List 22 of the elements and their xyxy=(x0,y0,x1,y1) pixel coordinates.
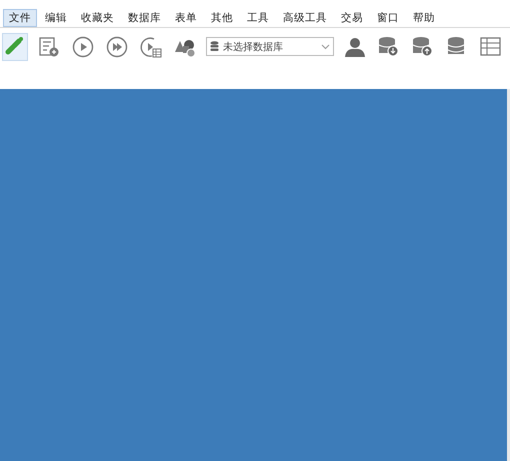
menu-item[interactable]: 收藏夹 xyxy=(75,9,120,27)
menu-item[interactable]: 编辑 xyxy=(39,9,73,27)
database-dropdown[interactable]: 未选择数据库 xyxy=(206,37,334,56)
menu-item[interactable]: 表单 xyxy=(169,9,203,27)
chevron-down-icon xyxy=(321,44,330,50)
database-upload-icon xyxy=(412,36,434,58)
fast-forward-icon xyxy=(106,36,128,58)
menu-item[interactable]: 帮助 xyxy=(407,9,441,27)
menu-item[interactable]: 数据库 xyxy=(122,9,167,27)
menu-item[interactable]: 其他 xyxy=(205,9,239,27)
menu-item[interactable]: 工具 xyxy=(241,9,275,27)
table-icon xyxy=(480,36,502,58)
menu-item[interactable]: 文件 xyxy=(3,9,37,27)
menu-item[interactable]: 交易 xyxy=(335,9,369,27)
database-download-icon xyxy=(378,36,400,58)
query-list-icon xyxy=(38,36,60,58)
user-icon xyxy=(344,36,366,58)
database-icon xyxy=(210,41,219,52)
menu-item[interactable]: 窗口 xyxy=(371,9,405,27)
menu-item[interactable]: 高级工具 xyxy=(277,9,333,27)
play-grid-icon xyxy=(140,36,162,58)
play-icon xyxy=(72,36,94,58)
